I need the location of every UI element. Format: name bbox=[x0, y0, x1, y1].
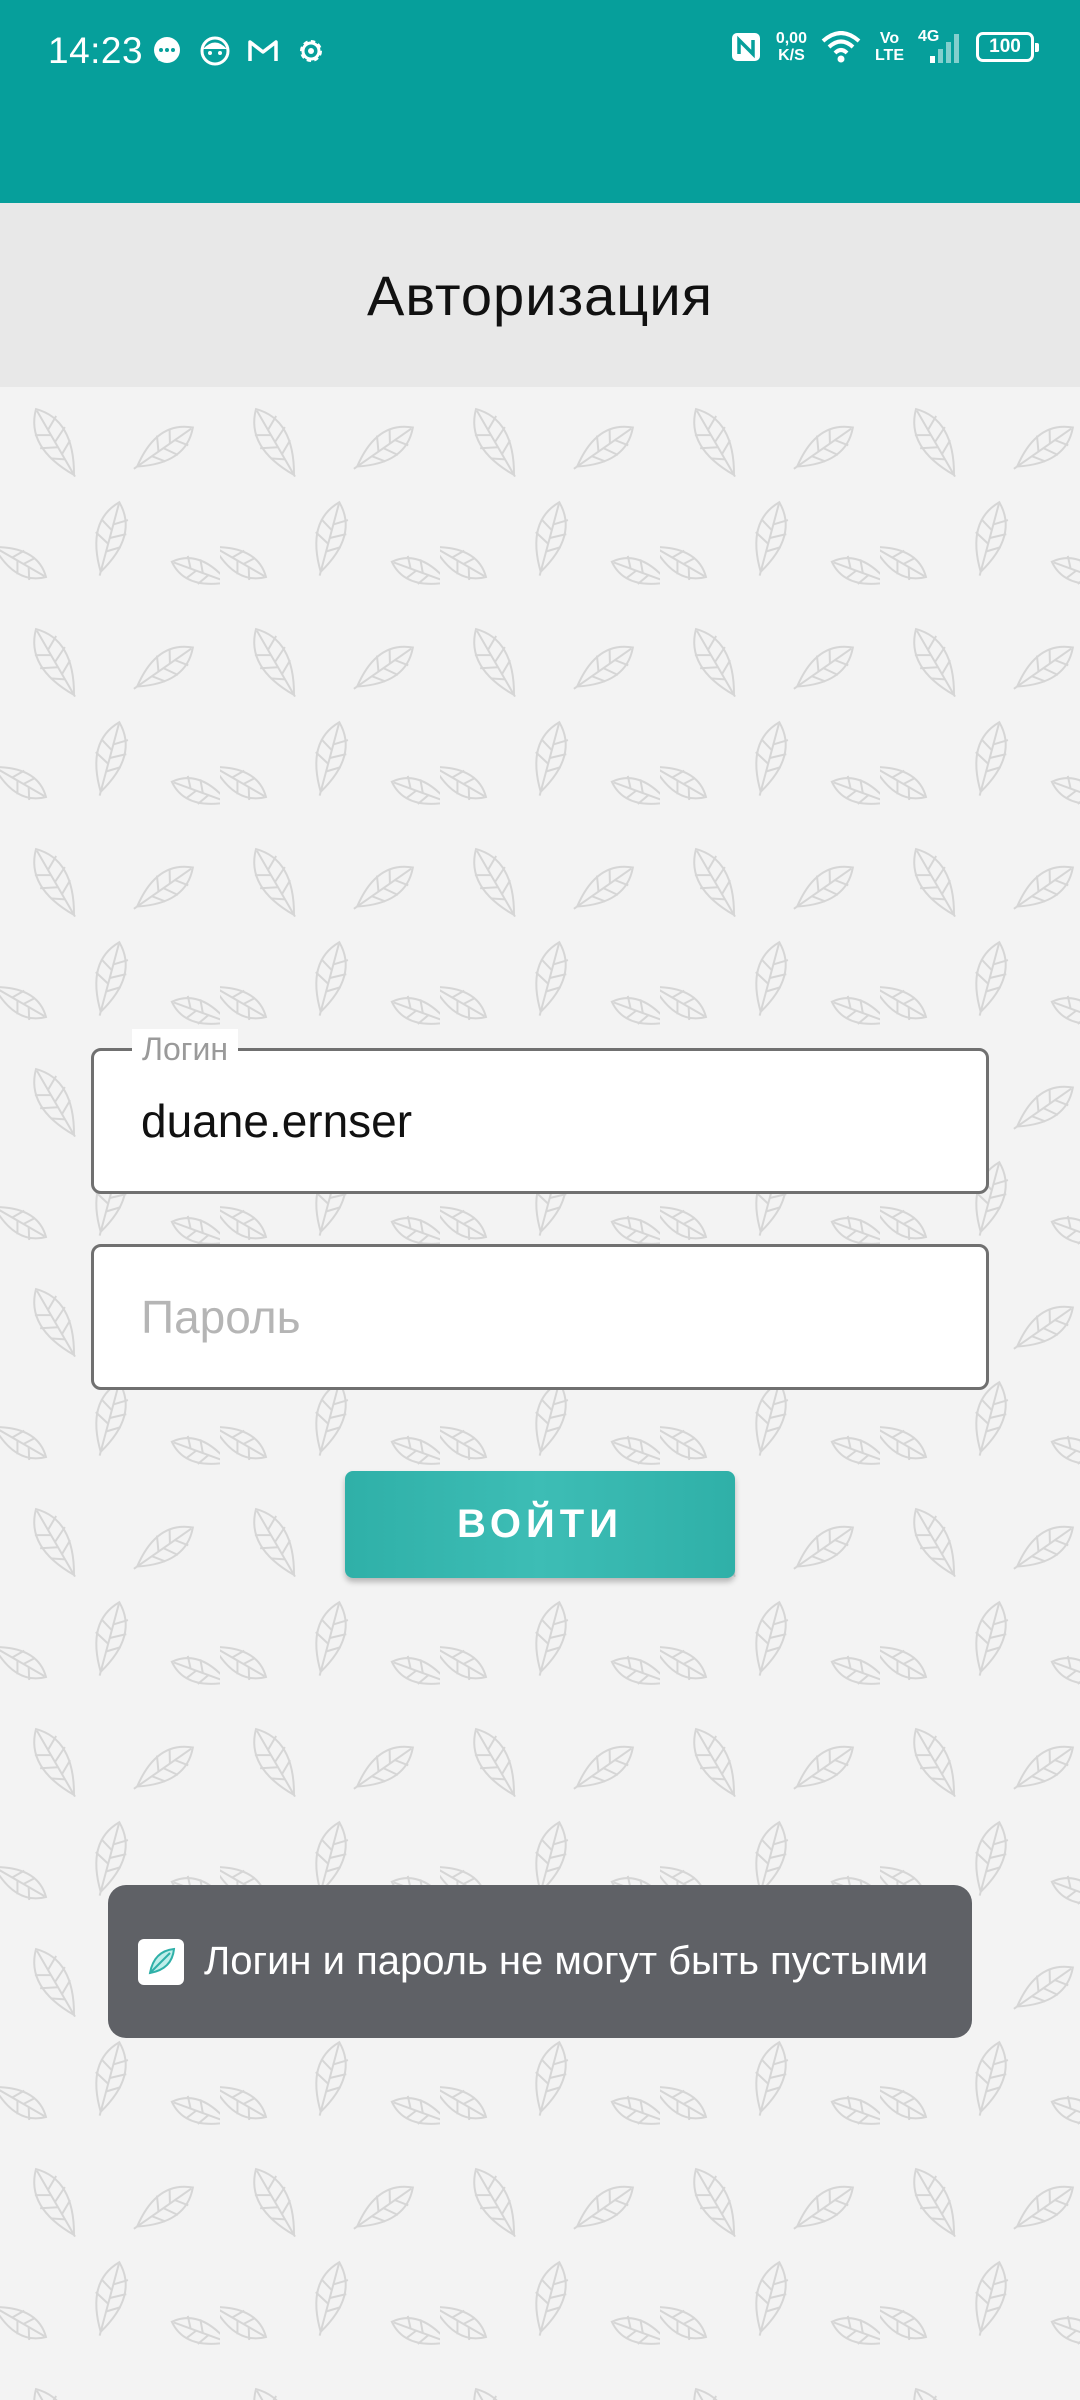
net-speed-value: 0,00 bbox=[775, 30, 807, 47]
volte-indicator: Vo LTE bbox=[875, 30, 904, 64]
volte-bottom: LTE bbox=[874, 47, 904, 64]
page-title: Авторизация bbox=[367, 263, 713, 327]
error-toast: Логин и пароль не могут быть пустыми bbox=[108, 1885, 972, 2038]
status-bar: 14:23 0,00 K/S Vo LTE 4G 100 bbox=[0, 0, 1080, 203]
app-leaf-icon bbox=[138, 1938, 184, 1985]
login-field[interactable]: Логин duane.ernser bbox=[91, 1029, 989, 1194]
leaf-pattern-background bbox=[0, 387, 1080, 2400]
net-speed: 0,00 K/S bbox=[776, 30, 807, 64]
signal-bars-icon bbox=[930, 34, 959, 63]
settings-gear-icon bbox=[300, 40, 322, 62]
toast-message: Логин и пароль не могут быть пустыми bbox=[204, 1939, 929, 1983]
title-bar: Авторизация bbox=[0, 203, 1080, 387]
notification-icons bbox=[150, 34, 328, 68]
password-field[interactable]: Пароль bbox=[91, 1244, 989, 1390]
gmail-icon bbox=[248, 40, 278, 61]
cellular-signal: 4G bbox=[918, 28, 962, 64]
volte-top: Vo bbox=[879, 30, 900, 47]
password-input[interactable]: Пароль bbox=[141, 1247, 301, 1387]
login-input[interactable]: duane.ernser bbox=[141, 1051, 412, 1191]
net-speed-unit: K/S bbox=[778, 47, 805, 64]
status-time: 14:23 bbox=[48, 30, 144, 71]
message-bubble-icon bbox=[154, 37, 180, 63]
face-icon bbox=[200, 36, 230, 66]
battery-indicator: 100 bbox=[976, 32, 1039, 62]
wifi-icon bbox=[821, 31, 861, 63]
login-screen-background bbox=[0, 387, 1080, 2400]
system-status-icons: 0,00 K/S Vo LTE 4G 100 bbox=[730, 28, 1039, 64]
login-button[interactable]: ВОЙТИ bbox=[345, 1471, 735, 1578]
nfc-icon bbox=[731, 33, 760, 61]
